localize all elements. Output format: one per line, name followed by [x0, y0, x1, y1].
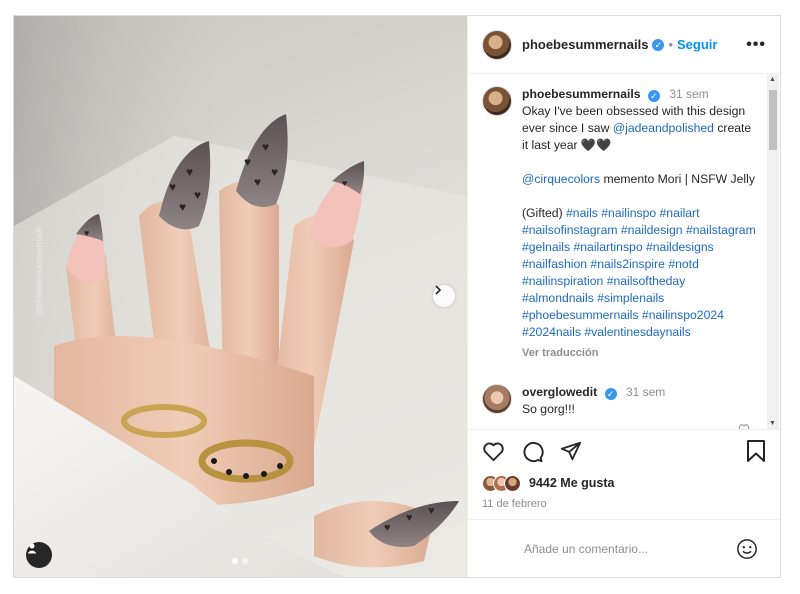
post-actions-area: 9442 Me gusta 11 de febrero	[468, 429, 780, 510]
likes-row: 9442 Me gusta	[482, 472, 766, 494]
caption-hashtags[interactable]: #nails #nailinspo #nailart #nailsofinsta…	[522, 206, 756, 339]
svg-text:♥: ♥	[428, 505, 435, 517]
comment-icon[interactable]	[521, 440, 544, 463]
caption-author-username[interactable]: phoebesummernails	[522, 87, 641, 101]
comments-scrollbar[interactable]: ▲ ▼	[767, 74, 779, 429]
smiley-icon[interactable]	[736, 538, 758, 560]
caption-line-2: memento Mori | NSFW Jelly	[600, 172, 755, 186]
commenter-avatar[interactable]	[482, 384, 512, 414]
svg-text:♥: ♥	[262, 140, 269, 154]
caption-text: Okay I've been obsessed with this design…	[522, 103, 757, 154]
post-side-panel: phoebesummernails ✓ • Seguir ••• phoebes…	[467, 16, 780, 577]
verified-badge-icon: ✓	[647, 90, 660, 102]
scroll-up-icon[interactable]: ▲	[769, 76, 776, 83]
carousel-dot	[242, 558, 248, 564]
verified-badge-icon: ✓	[604, 388, 617, 400]
svg-text:♥: ♥	[271, 165, 278, 179]
photo-watermark: @phoebesummernails	[34, 225, 44, 316]
heart-icon[interactable]	[482, 440, 505, 463]
like-count[interactable]: 9442 Me gusta	[529, 476, 614, 490]
next-slide-button[interactable]	[433, 285, 455, 307]
nails-photo-illustration: ♥♥ ♥♥ ♥♥ ♥♥ ♥♥ ♥♥ ♥	[14, 16, 467, 577]
comment-text: So gorg!!!	[522, 402, 575, 416]
post-header: phoebesummernails ✓ • Seguir •••	[468, 16, 780, 74]
bookmark-icon[interactable]	[746, 440, 766, 462]
svg-text:♥: ♥	[194, 188, 201, 202]
tagged-users-button[interactable]	[26, 542, 52, 568]
send-icon[interactable]	[560, 440, 582, 462]
caption-mention-2[interactable]: @cirquecolors	[522, 172, 600, 186]
svg-text:♥: ♥	[244, 155, 251, 169]
post-date[interactable]: 11 de febrero	[482, 498, 766, 510]
svg-text:♥: ♥	[179, 200, 186, 214]
svg-text:♥: ♥	[186, 165, 193, 179]
svg-text:♥: ♥	[169, 180, 176, 194]
svg-text:♥: ♥	[342, 178, 347, 188]
caption-time[interactable]: 31 sem	[669, 87, 708, 101]
follow-button[interactable]: Seguir	[677, 37, 717, 52]
caption-paragraph-2: @cirquecolors memento Mori | NSFW Jelly	[522, 171, 757, 188]
carousel-indicator	[232, 558, 248, 564]
header-separator: •	[668, 37, 673, 52]
post-photo[interactable]: ♥ ♥ ♥ ♥ ♥ ♥ ♥ ♥ ♥ ♥ ♥ ♥ ♥ @phoebesummernails	[14, 16, 467, 577]
comment-input[interactable]	[524, 541, 736, 556]
action-bar	[482, 430, 766, 472]
author-avatar[interactable]	[482, 29, 512, 60]
liker-avatar	[504, 474, 521, 492]
caption: phoebesummernails ✓ 31 sem Okay I've bee…	[482, 86, 762, 362]
comment-like-icon[interactable]	[738, 422, 750, 429]
svg-text:♥: ♥	[384, 522, 391, 534]
comments-section[interactable]: phoebesummernails ✓ 31 sem Okay I've bee…	[468, 74, 780, 429]
instagram-post: ♥ ♥ ♥ ♥ ♥ ♥ ♥ ♥ ♥ ♥ ♥ ♥ ♥ @phoebesummernails	[13, 15, 781, 578]
caption-author-avatar[interactable]	[482, 86, 512, 116]
svg-text:♥: ♥	[84, 228, 89, 238]
comment-body: overglowedit ✓ 31 sem So gorg!!!	[522, 384, 757, 418]
see-translation-link[interactable]: Ver traducción	[522, 345, 757, 362]
verified-badge-icon: ✓	[652, 38, 665, 51]
caption-mention-1[interactable]: @jadeandpolished	[613, 121, 714, 135]
scroll-down-icon[interactable]: ▼	[769, 420, 776, 427]
caption-line-3: (Gifted)	[522, 206, 563, 220]
author-username[interactable]: phoebesummernails	[522, 37, 648, 52]
svg-text:♥: ♥	[254, 175, 261, 189]
liker-avatars[interactable]	[482, 474, 521, 492]
carousel-dot-active	[232, 558, 238, 564]
svg-text:♥: ♥	[406, 512, 413, 524]
caption-body: phoebesummernails ✓ 31 sem Okay I've bee…	[522, 86, 757, 362]
caption-paragraph-3: (Gifted) #nails #nailinspo #nailart #nai…	[522, 205, 757, 341]
add-comment-bar	[468, 519, 780, 577]
scrollbar-thumb[interactable]	[769, 90, 777, 150]
commenter-username[interactable]: overglowedit	[522, 385, 597, 399]
more-options-icon[interactable]: •••	[746, 36, 766, 54]
comment-time[interactable]: 31 sem	[626, 385, 665, 399]
comment-item: overglowedit ✓ 31 sem So gorg!!!	[482, 384, 762, 418]
